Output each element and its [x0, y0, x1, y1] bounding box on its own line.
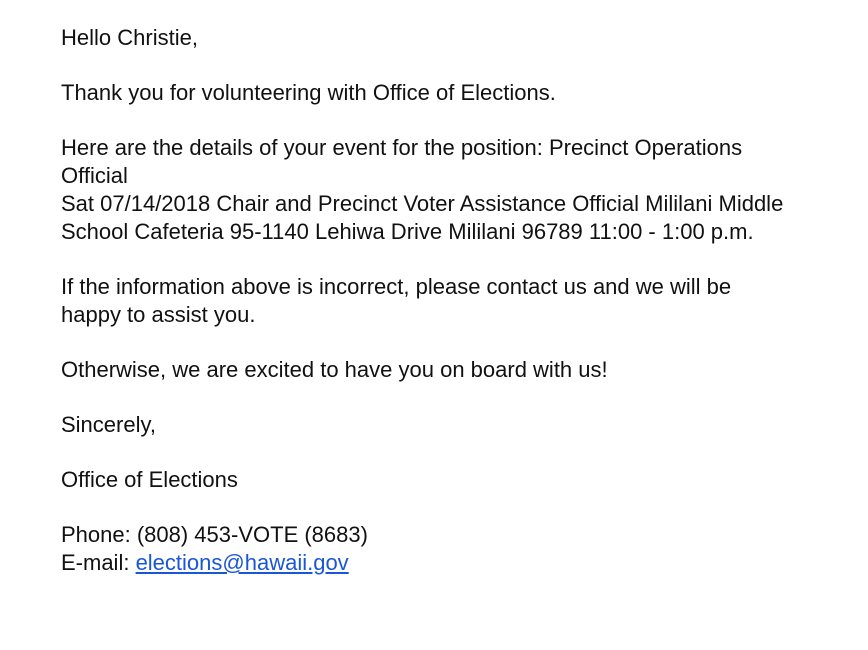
incorrect-info-paragraph: If the information above is incorrect, p… — [61, 273, 861, 329]
event-line-1: Sat 07/14/2018 Chair and Precinct Voter … — [61, 191, 784, 216]
greeting: Hello Christie, — [61, 24, 861, 52]
contact-paragraph: Phone: (808) 453-VOTE (8683) E-mail: ele… — [61, 521, 861, 577]
phone-line: Phone: (808) 453-VOTE (8683) — [61, 522, 368, 547]
details-intro-line-1: Here are the details of your event for t… — [61, 135, 743, 160]
signature-paragraph: Office of Elections — [61, 466, 861, 494]
event-details-paragraph: Here are the details of your event for t… — [61, 134, 861, 246]
email-address-link[interactable]: elections@hawaii.gov — [136, 550, 349, 575]
closing-paragraph: Sincerely, — [61, 411, 861, 439]
incorrect-line-2: happy to assist you. — [61, 302, 256, 327]
details-intro-line-2: Official — [61, 163, 128, 188]
greeting-text: Hello Christie, — [61, 25, 198, 50]
thanks-text: Thank you for volunteering with Office o… — [61, 80, 556, 105]
email-line: E-mail: elections@hawaii.gov — [61, 549, 861, 577]
email-label: E-mail: — [61, 550, 136, 575]
incorrect-line-1: If the information above is incorrect, p… — [61, 274, 732, 299]
signature-text: Office of Elections — [61, 467, 238, 492]
event-line-2: School Cafeteria 95-1140 Lehiwa Drive Mi… — [61, 219, 754, 244]
thanks-paragraph: Thank you for volunteering with Office o… — [61, 79, 861, 107]
excited-text: Otherwise, we are excited to have you on… — [61, 357, 608, 382]
email-body: Hello Christie, Thank you for volunteeri… — [61, 24, 861, 577]
closing-text: Sincerely, — [61, 412, 156, 437]
excited-paragraph: Otherwise, we are excited to have you on… — [61, 356, 861, 384]
